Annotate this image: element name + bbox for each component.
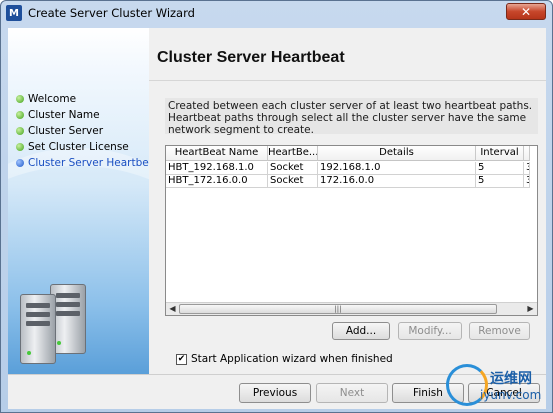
window-title: Create Server Cluster Wizard bbox=[28, 6, 195, 20]
column-header-interval[interactable]: Interval bbox=[476, 146, 524, 161]
title-bar[interactable]: M Create Server Cluster Wizard ✕ bbox=[1, 1, 552, 25]
column-header-extra[interactable] bbox=[524, 146, 530, 161]
server-tower-icon bbox=[20, 294, 56, 364]
close-button[interactable]: ✕ bbox=[506, 3, 546, 20]
cell-interval: 5 bbox=[476, 175, 524, 188]
step-done-icon bbox=[16, 143, 24, 151]
add-button[interactable]: Add... bbox=[332, 322, 390, 340]
cell-interval: 5 bbox=[476, 162, 524, 175]
page-description: Created between each cluster server of a… bbox=[165, 98, 538, 136]
cell-heartbeat-type: Socket bbox=[268, 175, 318, 188]
previous-button-label: Previous bbox=[252, 387, 298, 399]
step-label: Cluster Server bbox=[28, 125, 104, 137]
column-header-details[interactable]: Details bbox=[318, 146, 476, 161]
cell-extra: 3 bbox=[524, 175, 530, 188]
scroll-thumb[interactable]: ||| bbox=[179, 304, 497, 314]
step-label: Cluster Server Heartbeat bbox=[28, 157, 149, 169]
add-button-label: Add... bbox=[345, 325, 377, 337]
cell-extra: 3 bbox=[524, 162, 530, 175]
cell-heartbeat-name: HBT_172.16.0.0 bbox=[166, 175, 268, 188]
next-button[interactable]: Next bbox=[316, 383, 388, 403]
step-label: Welcome bbox=[28, 93, 77, 105]
remove-button-label: Remove bbox=[478, 325, 521, 337]
wizard-window: M Create Server Cluster Wizard ✕ Welcome… bbox=[0, 0, 553, 413]
column-header-heartbeat-name[interactable]: HeartBeat Name bbox=[166, 146, 268, 161]
start-app-wizard-checkbox[interactable]: ✔ bbox=[176, 353, 187, 365]
table-row[interactable]: HBT_172.16.0.0 Socket 172.16.0.0 5 3 bbox=[166, 175, 530, 188]
cell-heartbeat-name: HBT_192.168.1.0 bbox=[166, 162, 268, 175]
scroll-left-icon[interactable]: ◀ bbox=[166, 303, 179, 315]
column-header-heartbeat-type[interactable]: HeartBe... bbox=[268, 146, 318, 161]
cell-heartbeat-type: Socket bbox=[268, 162, 318, 175]
step-done-icon bbox=[16, 127, 24, 135]
page-title: Cluster Server Heartbeat bbox=[157, 49, 345, 66]
wizard-step-list: Welcome Cluster Name Cluster Server Set … bbox=[16, 91, 149, 171]
cell-details: 192.168.1.0 bbox=[318, 162, 476, 175]
step-label: Set Cluster License bbox=[28, 141, 129, 153]
wizard-step-cluster-server: Cluster Server bbox=[16, 123, 149, 139]
watermark-url: iyunv.com bbox=[480, 388, 542, 402]
cell-details: 172.16.0.0 bbox=[318, 175, 476, 188]
table-row[interactable]: HBT_192.168.1.0 Socket 192.168.1.0 5 3 bbox=[166, 162, 530, 175]
wizard-step-cluster-server-heartbeat: Cluster Server Heartbeat bbox=[16, 155, 149, 171]
watermark-cn-text: 运维网 bbox=[490, 371, 532, 387]
heartbeat-table[interactable]: HeartBeat Name HeartBe... Details Interv… bbox=[165, 145, 538, 316]
step-done-icon bbox=[16, 95, 24, 103]
site-watermark: 运维网 iyunv.com bbox=[446, 364, 546, 408]
finish-button-label: Finish bbox=[413, 387, 443, 399]
header-divider bbox=[149, 80, 546, 81]
previous-button[interactable]: Previous bbox=[239, 383, 311, 403]
servers-illustration-icon bbox=[12, 278, 112, 368]
wizard-step-cluster-name: Cluster Name bbox=[16, 107, 149, 123]
step-current-icon bbox=[16, 159, 24, 167]
wizard-step-set-cluster-license: Set Cluster License bbox=[16, 139, 149, 155]
step-done-icon bbox=[16, 111, 24, 119]
app-logo-icon: M bbox=[6, 5, 22, 21]
modify-button[interactable]: Modify... bbox=[398, 322, 462, 340]
remove-button[interactable]: Remove bbox=[469, 322, 530, 340]
horizontal-scrollbar[interactable]: ◀ ||| ▶ bbox=[166, 302, 537, 315]
wizard-body: Welcome Cluster Name Cluster Server Set … bbox=[8, 28, 546, 409]
modify-button-label: Modify... bbox=[408, 325, 452, 337]
start-app-wizard-option[interactable]: ✔ Start Application wizard when finished bbox=[176, 353, 393, 365]
scroll-right-icon[interactable]: ▶ bbox=[524, 303, 537, 315]
wizard-side-panel: Welcome Cluster Name Cluster Server Set … bbox=[8, 28, 149, 374]
table-header: HeartBeat Name HeartBe... Details Interv… bbox=[166, 146, 530, 161]
wizard-step-welcome: Welcome bbox=[16, 91, 149, 107]
next-button-label: Next bbox=[339, 387, 365, 399]
step-label: Cluster Name bbox=[28, 109, 100, 121]
start-app-wizard-label: Start Application wizard when finished bbox=[191, 353, 393, 365]
